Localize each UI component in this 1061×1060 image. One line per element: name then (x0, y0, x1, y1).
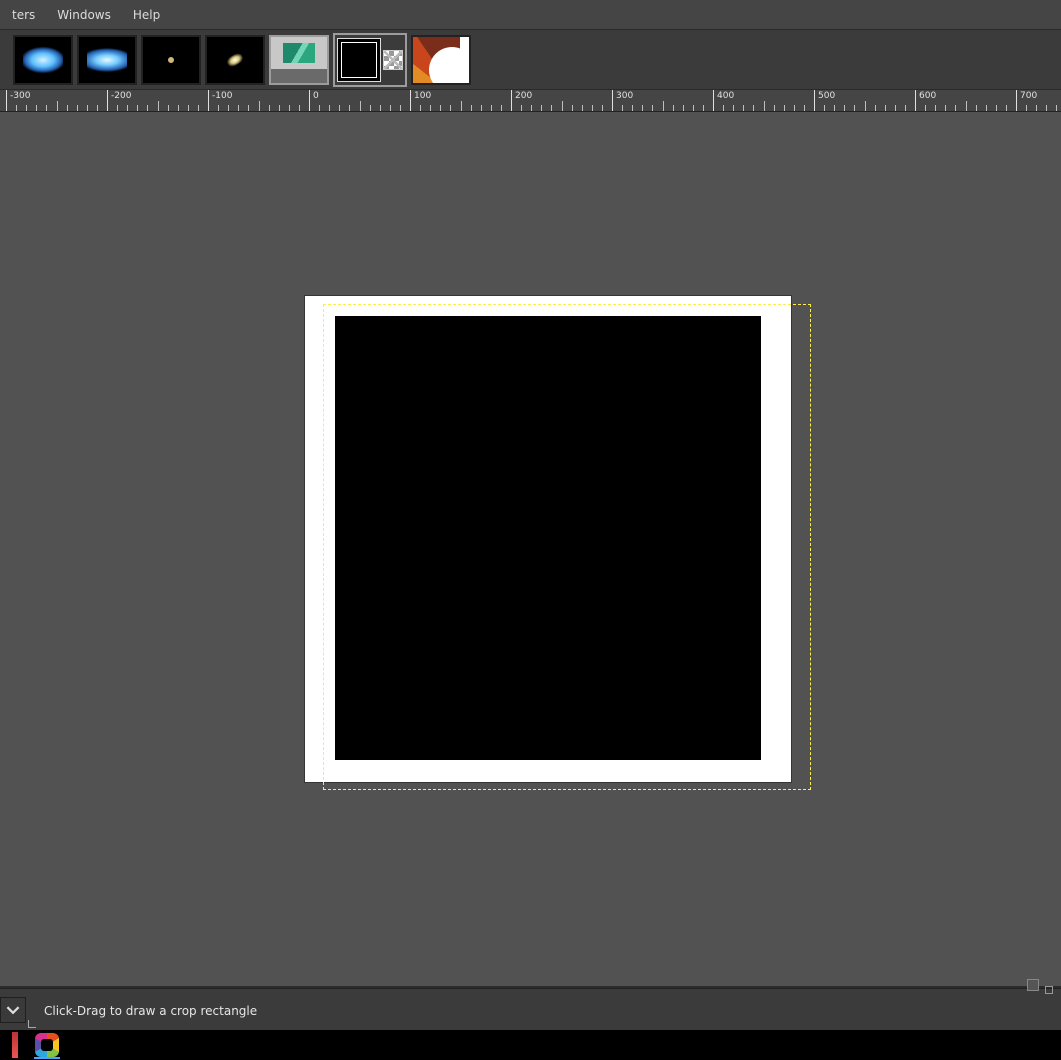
menu-help[interactable]: Help (123, 3, 170, 27)
chevron-down-icon (6, 1003, 20, 1017)
canvas-page[interactable] (305, 296, 791, 782)
menu-filters[interactable]: ters (2, 3, 45, 27)
image-tab-strip (0, 30, 1061, 90)
navigation-corner-icon[interactable] (1045, 986, 1053, 994)
os-taskbar (0, 1030, 1061, 1060)
taskbar-app-1[interactable] (0, 1031, 30, 1059)
image-tab-6[interactable] (337, 38, 381, 82)
navigation-handle-icon[interactable] (1027, 979, 1039, 991)
resize-corner-icon (28, 1018, 38, 1028)
horizontal-ruler[interactable]: -300-200-1000100200300400500600700 (0, 90, 1061, 112)
image-tab-5[interactable] (269, 35, 329, 85)
status-dropdown-button[interactable] (0, 997, 26, 1023)
canvas-content-black (335, 316, 761, 760)
image-tab-2[interactable] (77, 35, 137, 85)
image-tab-7[interactable] (411, 35, 471, 85)
canvas-viewport[interactable] (0, 112, 1061, 1014)
taskbar-app-2[interactable] (32, 1031, 62, 1059)
image-tab-3[interactable] (141, 35, 201, 85)
layer-mask-icon[interactable] (383, 50, 403, 70)
image-tab-6-group[interactable] (333, 33, 407, 87)
status-bar: Click-Drag to draw a crop rectangle (0, 988, 1061, 1030)
status-hint-text: Click-Drag to draw a crop rectangle (44, 1004, 257, 1018)
image-tab-4[interactable] (205, 35, 265, 85)
menu-windows[interactable]: Windows (47, 3, 121, 27)
image-tab-1[interactable] (13, 35, 73, 85)
menu-bar: ters Windows Help (0, 0, 1061, 30)
